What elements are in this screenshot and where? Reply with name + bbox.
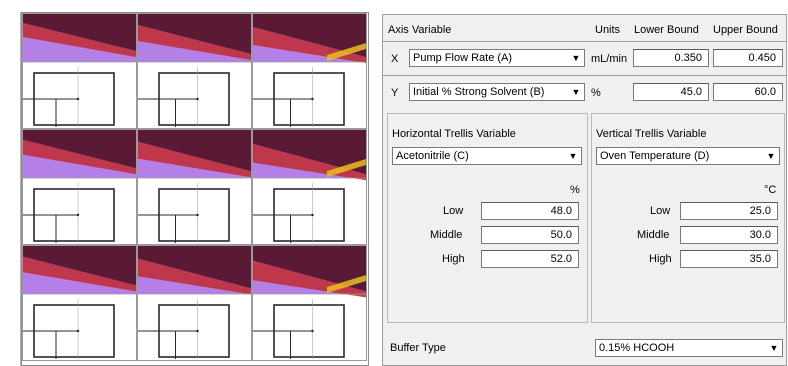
header-upper-bound: Upper Bound	[713, 24, 778, 36]
x-upper-bound-input[interactable]: 0.450	[713, 49, 783, 67]
header-lower-bound: Lower Bound	[634, 24, 699, 36]
trellis-cell	[22, 13, 137, 129]
x-lower-bound-input[interactable]: 0.350	[633, 49, 709, 67]
buffer-type-value: 0.15% HCOOH	[599, 342, 675, 354]
trellis-cell	[137, 245, 252, 361]
vertical-high-label: High	[649, 253, 672, 265]
vertical-high-input[interactable]: 35.0	[680, 250, 778, 268]
trellis-cell	[252, 13, 367, 129]
x-variable-value: Pump Flow Rate (A)	[413, 52, 513, 64]
trellis-cell	[252, 129, 367, 245]
y-upper-bound-input[interactable]: 60.0	[713, 83, 783, 101]
horizontal-trellis-select[interactable]: Acetonitrile (C) ▼	[392, 147, 582, 165]
chevron-down-icon[interactable]: ▼	[767, 341, 781, 355]
y-axis-letter: Y	[391, 87, 399, 99]
horizontal-trellis-title: Horizontal Trellis Variable	[392, 128, 516, 140]
y-units: %	[591, 87, 601, 99]
vertical-trellis-group: Vertical Trellis Variable Oven Temperatu…	[591, 113, 785, 323]
vertical-trellis-value: Oven Temperature (D)	[600, 150, 710, 162]
header-units: Units	[595, 24, 621, 36]
vertical-middle-label: Middle	[637, 229, 670, 241]
buffer-type-select[interactable]: 0.15% HCOOH ▼	[595, 339, 783, 357]
horizontal-trellis-units: %	[570, 184, 580, 196]
horizontal-middle-input[interactable]: 50.0	[481, 226, 579, 244]
trellis-cell	[22, 129, 137, 245]
trellis-cell	[22, 245, 137, 361]
horizontal-trellis-group: Horizontal Trellis Variable Acetonitrile…	[387, 113, 588, 323]
vertical-low-label: Low	[650, 205, 671, 217]
trellis-plot-frame	[21, 12, 369, 366]
header-divider	[383, 41, 786, 42]
trellis-cell	[252, 245, 367, 361]
vertical-middle-input[interactable]: 30.0	[680, 226, 778, 244]
chevron-down-icon[interactable]: ▼	[764, 149, 778, 163]
chevron-down-icon[interactable]: ▼	[569, 85, 583, 99]
trellis-cell	[137, 129, 252, 245]
chevron-down-icon[interactable]: ▼	[566, 149, 580, 163]
trellis-cell	[137, 13, 252, 129]
x-units: mL/min	[591, 53, 628, 65]
vertical-trellis-units: °C	[764, 184, 777, 196]
y-lower-bound-input[interactable]: 45.0	[633, 83, 709, 101]
buffer-type-label: Buffer Type	[390, 342, 446, 354]
horizontal-high-label: High	[442, 253, 465, 265]
horizontal-middle-label: Middle	[430, 229, 463, 241]
horizontal-high-input[interactable]: 52.0	[481, 250, 579, 268]
vertical-low-input[interactable]: 25.0	[680, 202, 778, 220]
chevron-down-icon[interactable]: ▼	[569, 51, 583, 65]
x-variable-select[interactable]: Pump Flow Rate (A) ▼	[409, 49, 585, 67]
horizontal-trellis-value: Acetonitrile (C)	[396, 150, 469, 162]
trellis-plot-panel	[0, 0, 374, 366]
vertical-trellis-select[interactable]: Oven Temperature (D) ▼	[596, 147, 780, 165]
x-axis-letter: X	[391, 53, 399, 65]
vertical-trellis-title: Vertical Trellis Variable	[596, 128, 707, 140]
plot-left-axis-strip	[0, 12, 21, 366]
row-divider	[383, 75, 786, 76]
horizontal-low-label: Low	[443, 205, 464, 217]
horizontal-low-input[interactable]: 48.0	[481, 202, 579, 220]
trellis-options-panel: Axis Variable Units Lower Bound Upper Bo…	[382, 14, 787, 366]
header-axis-variable: Axis Variable	[388, 24, 452, 36]
y-variable-select[interactable]: Initial % Strong Solvent (B) ▼	[409, 83, 585, 101]
y-variable-value: Initial % Strong Solvent (B)	[413, 86, 545, 98]
